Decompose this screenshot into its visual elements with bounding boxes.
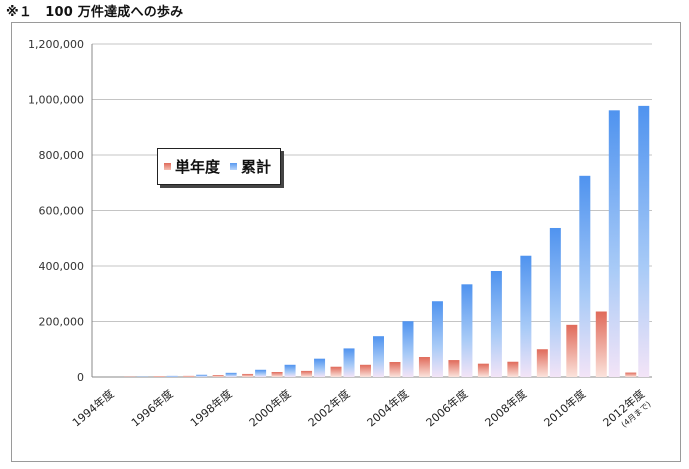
x-tick-label: 2004年度 (364, 387, 411, 430)
bar-annual (448, 360, 460, 377)
bar-cumulative (520, 255, 532, 377)
legend-label-cumulative: 累計 (241, 158, 272, 176)
bar-annual (271, 372, 283, 377)
x-tick-label: 2006年度 (423, 387, 470, 430)
legend-item-cumulative: 累計 (230, 156, 271, 177)
x-tick-label: 2008年度 (482, 387, 529, 430)
legend-label-annual: 単年度 (175, 158, 221, 176)
bar-cumulative (284, 364, 296, 377)
bar-cumulative (461, 284, 473, 377)
bar-cumulative (549, 227, 561, 377)
bar-cumulative (638, 105, 650, 377)
bar-cumulative (314, 358, 326, 377)
bar-cumulative (402, 321, 414, 377)
bar-chart: 0 200,000 400,000 600,000 800,000 1,000,000 1,… (28, 38, 653, 430)
bar-cumulative (166, 375, 178, 377)
y-tick-label: 0 (77, 371, 84, 384)
y-tick-label: 1,000,000 (28, 94, 84, 107)
bar-annual (507, 361, 519, 377)
y-tick-label: 400,000 (39, 260, 85, 273)
x-tick-label: 2000年度 (246, 387, 293, 430)
bar-annual (418, 357, 430, 377)
bar-annual (389, 362, 401, 377)
bar-annual (242, 373, 254, 377)
bar-annual (625, 372, 637, 377)
x-tick-label: 2002年度 (305, 387, 352, 430)
bar-annual (536, 349, 548, 377)
bar-cumulative (225, 372, 237, 377)
bar-cumulative (490, 270, 502, 377)
chart-legend: 単年度 累計 (157, 148, 281, 185)
x-tick-label: 1998年度 (187, 387, 234, 430)
bar-annual (360, 364, 371, 377)
bar-annual (212, 375, 224, 377)
x-tick-label: 1996年度 (128, 387, 175, 430)
x-tick-label: 2010年度 (541, 387, 588, 430)
bar-cumulative (196, 374, 208, 377)
bar-annual (477, 363, 489, 377)
y-tick-label: 600,000 (39, 205, 85, 218)
bar-annual (330, 366, 342, 377)
bar-cumulative (255, 369, 267, 377)
bar-annual (566, 324, 578, 377)
y-tick-label: 1,200,000 (28, 38, 84, 51)
bar-cumulative (431, 301, 443, 377)
legend-swatch-annual (164, 163, 171, 170)
x-tick-label: 1994年度 (69, 387, 116, 430)
bar-cumulative (579, 175, 591, 377)
y-tick-label: 200,000 (39, 316, 85, 329)
bar-cumulative (373, 336, 384, 377)
bar-annual (301, 370, 313, 377)
bar-annual (595, 311, 607, 377)
bar-annual (183, 375, 195, 377)
bar-cumulative (608, 110, 620, 377)
y-tick-label: 800,000 (39, 149, 85, 162)
bar-annual (153, 376, 165, 377)
legend-swatch-cumulative (230, 163, 238, 170)
legend-item-annual: 単年度 (164, 156, 220, 177)
bar-cumulative (343, 348, 355, 377)
